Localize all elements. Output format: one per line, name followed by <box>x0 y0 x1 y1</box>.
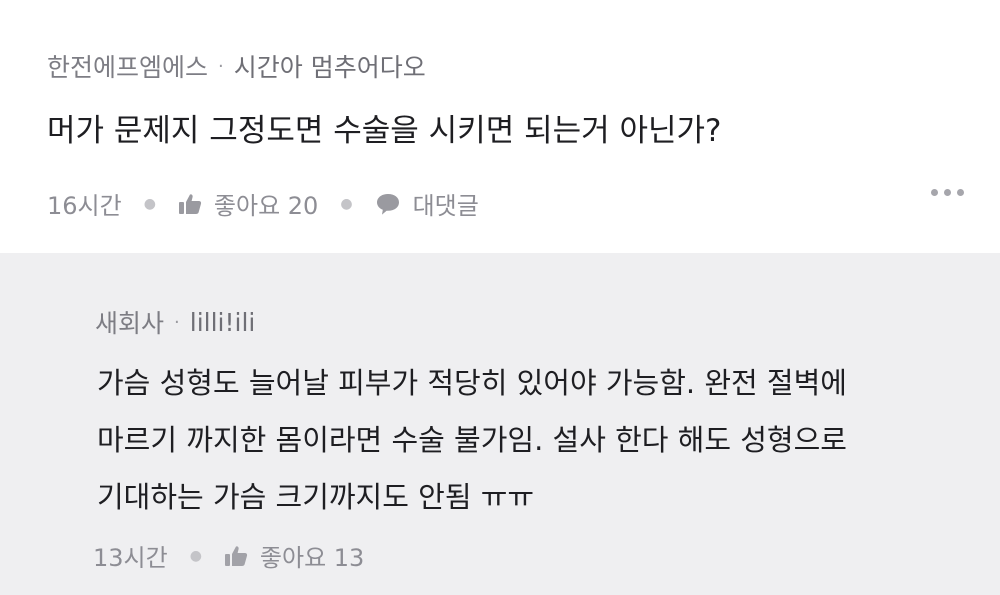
speech-bubble-icon <box>376 193 399 215</box>
more-dot <box>957 189 964 196</box>
reply-label: 대댓글 <box>412 192 479 220</box>
meta-separator: · <box>174 311 180 333</box>
reply-like-count: 좋아요 13 <box>259 544 365 572</box>
comment-time: 16시간 <box>47 192 122 220</box>
reply-time: 13시간 <box>93 544 168 572</box>
action-separator: ● <box>340 195 353 212</box>
like-count: 좋아요 20 <box>213 192 319 220</box>
comment: 한전에프엠에스 · 시간아 멈추어다오 머가 문제지 그정도면 수술을 시키면 … <box>0 0 1000 253</box>
meta-separator: · <box>218 55 224 77</box>
thumbs-up-icon <box>178 193 202 214</box>
comment-text: 머가 문제지 그정도면 수술을 시키면 되는거 아닌가? <box>47 113 722 149</box>
comment-meta: 한전에프엠에스 · 시간아 멈추어다오 <box>47 48 426 84</box>
reply-actions: 13시간 ● 좋아요 13 <box>93 538 364 573</box>
comment-actions: 16시간 ● 좋아요 20 ● 대댓글 <box>47 186 479 221</box>
more-options-button[interactable] <box>931 189 964 196</box>
comment-user-id[interactable]: 시간아 멈추어다오 <box>234 48 426 84</box>
reply-text: 가슴 성형도 늘어날 피부가 적당히 있어야 가능함. 완전 절벽에 마르기 까… <box>97 355 847 526</box>
reply-like-button[interactable]: 좋아요 13 <box>224 538 364 573</box>
more-dot <box>944 189 951 196</box>
reply-meta: 새회사 · lilli!ili <box>95 304 255 340</box>
action-separator: ● <box>143 195 156 212</box>
reply-user-id[interactable]: lilli!ili <box>190 308 256 337</box>
thumbs-up-icon <box>224 545 248 566</box>
reply-text-line: 가슴 성형도 늘어날 피부가 적당히 있어야 가능함. 완전 절벽에 <box>97 366 847 400</box>
comment-author[interactable]: 한전에프엠에스 <box>47 48 208 84</box>
like-button[interactable]: 좋아요 20 <box>178 186 318 221</box>
reply-author[interactable]: 새회사 <box>95 304 164 340</box>
reply-button[interactable]: 대댓글 <box>375 186 479 221</box>
more-dots-icon <box>931 189 938 196</box>
reply-text-line: 마르기 까지한 몸이라면 수술 불가임. 설사 한다 해도 성형으로 <box>97 423 847 457</box>
action-separator: ● <box>189 547 202 564</box>
reply-text-line: 기대하는 가슴 크기까지도 안됨 ㅠㅠ <box>97 480 535 514</box>
comment-thread: 한전에프엠에스 · 시간아 멈추어다오 머가 문제지 그정도면 수술을 시키면 … <box>0 0 1000 595</box>
